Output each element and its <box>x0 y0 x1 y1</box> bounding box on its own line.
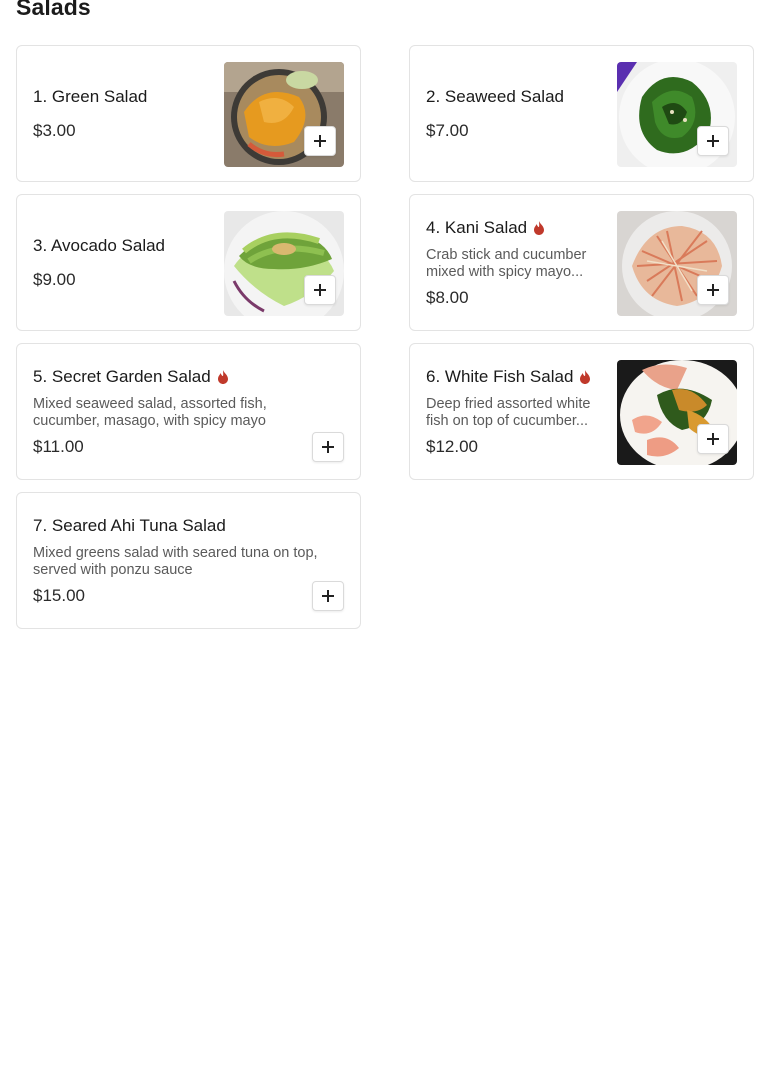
spicy-icon <box>217 369 228 384</box>
plus-icon <box>707 135 719 147</box>
add-to-cart-button[interactable] <box>304 275 336 305</box>
item-name: 4. Kani Salad <box>426 217 528 237</box>
item-price: $15.00 <box>33 585 85 605</box>
item-name: 2. Seaweed Salad <box>426 86 564 106</box>
menu-item-green-salad[interactable]: 1. Green Salad $3.00 <box>16 45 361 182</box>
menu-item-white-fish-salad[interactable]: 6. White Fish Salad Deep fried assorted … <box>409 343 754 480</box>
item-description: Mixed seaweed salad, assorted fish, cucu… <box>33 395 267 429</box>
item-name: 6. White Fish Salad <box>426 366 574 386</box>
item-price: $8.00 <box>426 287 469 307</box>
menu-item-avocado-salad[interactable]: 3. Avocado Salad $9.00 <box>16 194 361 331</box>
plus-icon <box>314 135 326 147</box>
item-description: Deep fried assorted white fish on top of… <box>426 395 591 429</box>
spicy-icon <box>580 369 591 384</box>
plus-icon <box>322 441 334 453</box>
plus-icon <box>707 433 719 445</box>
spicy-icon <box>534 220 545 235</box>
add-to-cart-button[interactable] <box>697 275 729 305</box>
add-to-cart-button[interactable] <box>697 126 729 156</box>
item-price: $11.00 <box>33 436 84 456</box>
menu-item-secret-garden-salad[interactable]: 5. Secret Garden Salad Mixed seaweed sal… <box>16 343 361 480</box>
plus-icon <box>707 284 719 296</box>
item-name: 5. Secret Garden Salad <box>33 366 211 386</box>
add-to-cart-button[interactable] <box>697 424 729 454</box>
add-to-cart-button[interactable] <box>312 432 344 462</box>
section-title: Salads <box>16 0 91 20</box>
menu-item-seared-ahi-tuna-salad[interactable]: 7. Seared Ahi Tuna Salad Mixed greens sa… <box>16 492 361 629</box>
item-price: $3.00 <box>33 120 76 140</box>
item-price: $12.00 <box>426 436 478 456</box>
item-price: $9.00 <box>33 269 76 289</box>
add-to-cart-button[interactable] <box>312 581 344 611</box>
plus-icon <box>314 284 326 296</box>
item-price: $7.00 <box>426 120 469 140</box>
item-description: Crab stick and cucumber mixed with spicy… <box>426 246 587 280</box>
menu-item-seaweed-salad[interactable]: 2. Seaweed Salad $7.00 <box>409 45 754 182</box>
add-to-cart-button[interactable] <box>304 126 336 156</box>
menu-item-kani-salad[interactable]: 4. Kani Salad Crab stick and cucumber mi… <box>409 194 754 331</box>
plus-icon <box>322 590 334 602</box>
item-name: 3. Avocado Salad <box>33 235 166 255</box>
item-name: 1. Green Salad <box>33 86 148 106</box>
item-name: 7. Seared Ahi Tuna Salad <box>33 515 226 535</box>
item-description: Mixed greens salad with seared tuna on t… <box>33 544 318 578</box>
